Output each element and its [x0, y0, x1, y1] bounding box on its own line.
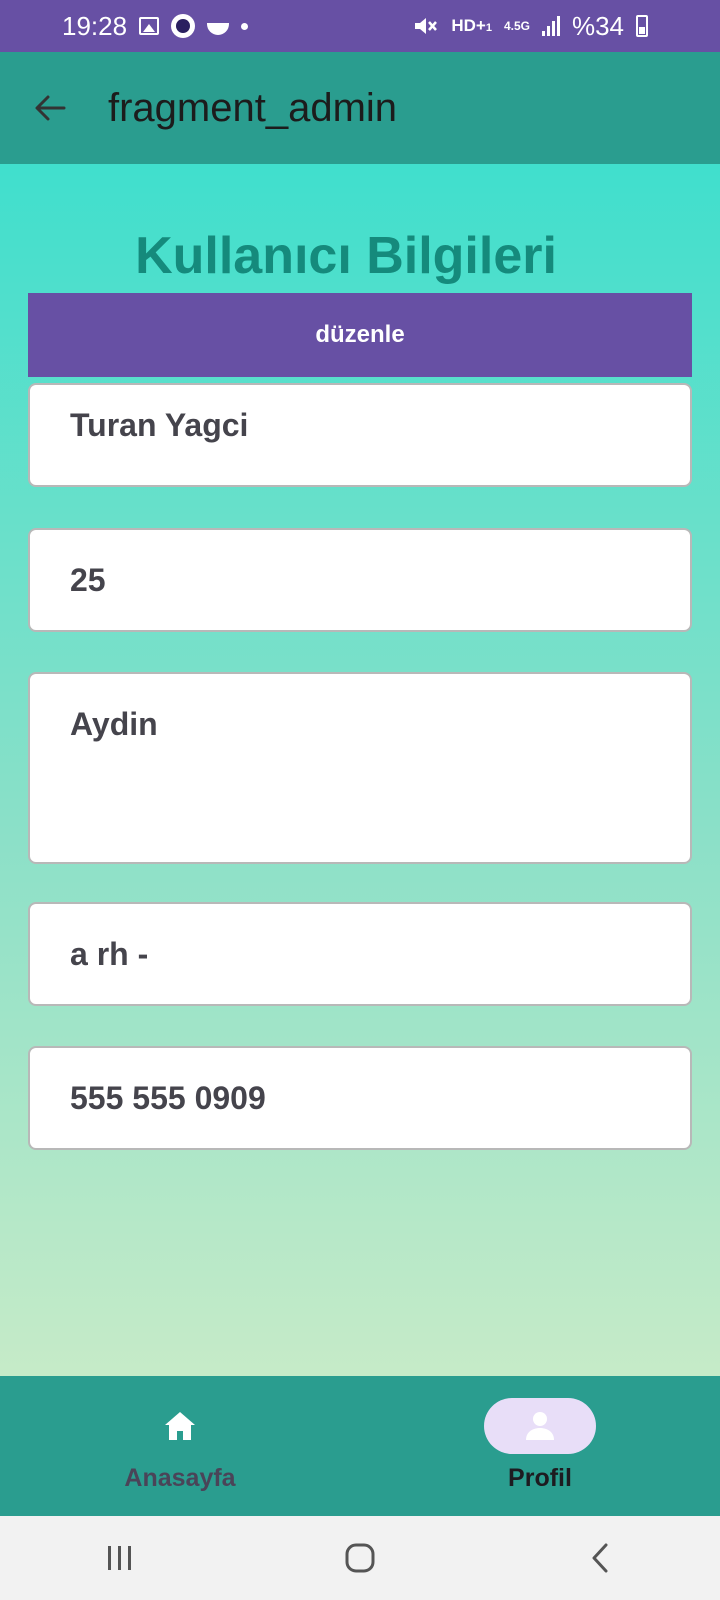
phone-field[interactable]: 555 555 0909 [28, 1046, 692, 1150]
nav-item-profile[interactable]: Profil [360, 1376, 720, 1516]
status-time: 19:28 [62, 10, 128, 41]
nav-label-home: Anasayfa [124, 1464, 236, 1492]
system-navigation-bar [0, 1516, 720, 1600]
city-field[interactable]: Aydin [28, 672, 692, 864]
recent-apps-icon[interactable] [90, 1528, 150, 1588]
status-bar-left: 19:28 [62, 10, 249, 42]
signal-icon [541, 16, 560, 36]
page-title: fragment_admin [108, 85, 398, 130]
home-button-icon[interactable] [330, 1528, 390, 1588]
app-bar: fragment_admin [0, 52, 720, 164]
status-bar-right: HD+1 4.5G %34 [413, 11, 648, 42]
more-notifications-dot-icon [241, 22, 249, 30]
nav-item-home[interactable]: Anasayfa [0, 1376, 360, 1516]
mute-icon [413, 15, 439, 37]
age-field[interactable]: 25 [28, 528, 692, 632]
person-icon [484, 1398, 596, 1454]
network-label-text: HD+ [451, 16, 486, 35]
home-icon [124, 1398, 236, 1454]
profile-content: Kullanıcı Bilgileri düzenle Turan Yagci … [0, 164, 720, 1376]
food-notification-icon [207, 23, 230, 35]
status-bar: 19:28 HD+1 4.5G %34 [0, 0, 720, 52]
app-notification-icon [171, 14, 196, 38]
network-type: 4.5G [503, 19, 530, 33]
network-label: HD+1 [451, 16, 492, 36]
network-sub-text: 1 [485, 22, 492, 34]
system-back-icon[interactable] [570, 1528, 630, 1588]
blood-type-field[interactable]: a rh - [28, 902, 692, 1006]
battery-icon [636, 15, 648, 37]
name-field[interactable]: Turan Yagci [28, 383, 692, 487]
bottom-navigation: Anasayfa Profil [0, 1376, 720, 1516]
section-heading: Kullanıcı Bilgileri [135, 227, 557, 285]
nav-label-profile: Profil [508, 1464, 572, 1492]
battery-text: %34 [571, 10, 624, 41]
back-arrow-icon[interactable] [30, 88, 70, 128]
edit-button[interactable]: düzenle [28, 293, 692, 377]
gallery-notification-icon [139, 17, 160, 35]
